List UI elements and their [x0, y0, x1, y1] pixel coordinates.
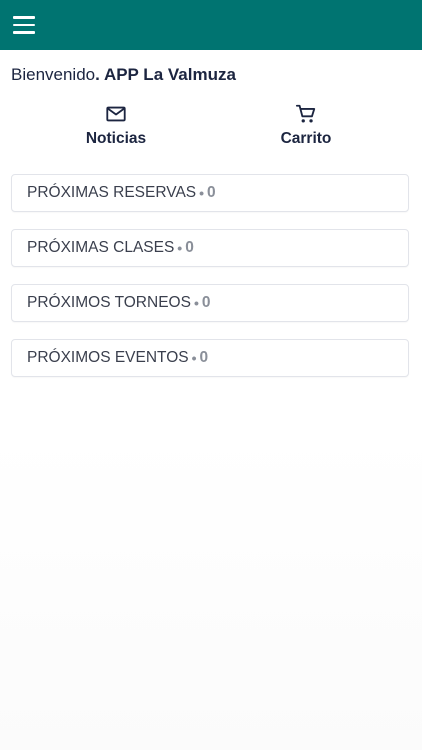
upcoming-classes-card[interactable]: PRÓXIMAS CLASES • 0 [11, 229, 409, 267]
count-badge: 0 [185, 239, 194, 256]
app-name: . APP La Valmuza [95, 65, 236, 84]
menu-line [13, 16, 35, 19]
count-badge: 0 [207, 184, 216, 201]
welcome-prefix: Bienvenido [11, 65, 96, 84]
background-fade [0, 430, 422, 750]
count-badge: 0 [199, 349, 209, 366]
upcoming-tournaments-card[interactable]: PRÓXIMOS TORNEOS • 0 [11, 284, 409, 322]
news-button[interactable]: Noticias [46, 103, 186, 149]
menu-line [13, 31, 35, 34]
separator: • [191, 350, 197, 366]
separator: • [199, 185, 205, 201]
separator: • [193, 295, 199, 311]
app-header [0, 0, 422, 50]
upcoming-reservations-card[interactable]: PRÓXIMAS RESERVAS • 0 [11, 174, 409, 212]
card-title: PRÓXIMOS TORNEOS [27, 294, 191, 311]
separator: • [177, 240, 183, 256]
menu-line [13, 23, 35, 27]
card-title: PRÓXIMOS EVENTOS [27, 349, 189, 366]
welcome-text: Bienvenido. APP La Valmuza [11, 65, 236, 85]
mail-icon [106, 106, 126, 122]
card-title: PRÓXIMAS RESERVAS [27, 184, 197, 201]
card-title: PRÓXIMAS CLASES [27, 239, 175, 256]
shopping-cart-icon [295, 104, 316, 123]
cart-button[interactable]: Carrito [236, 103, 376, 149]
upcoming-events-card[interactable]: PRÓXIMOS EVENTOS • 0 [11, 339, 409, 377]
cart-label: Carrito [280, 130, 332, 147]
count-badge: 0 [201, 294, 211, 311]
hamburger-menu-icon[interactable] [8, 9, 40, 41]
news-label: Noticias [85, 130, 147, 147]
